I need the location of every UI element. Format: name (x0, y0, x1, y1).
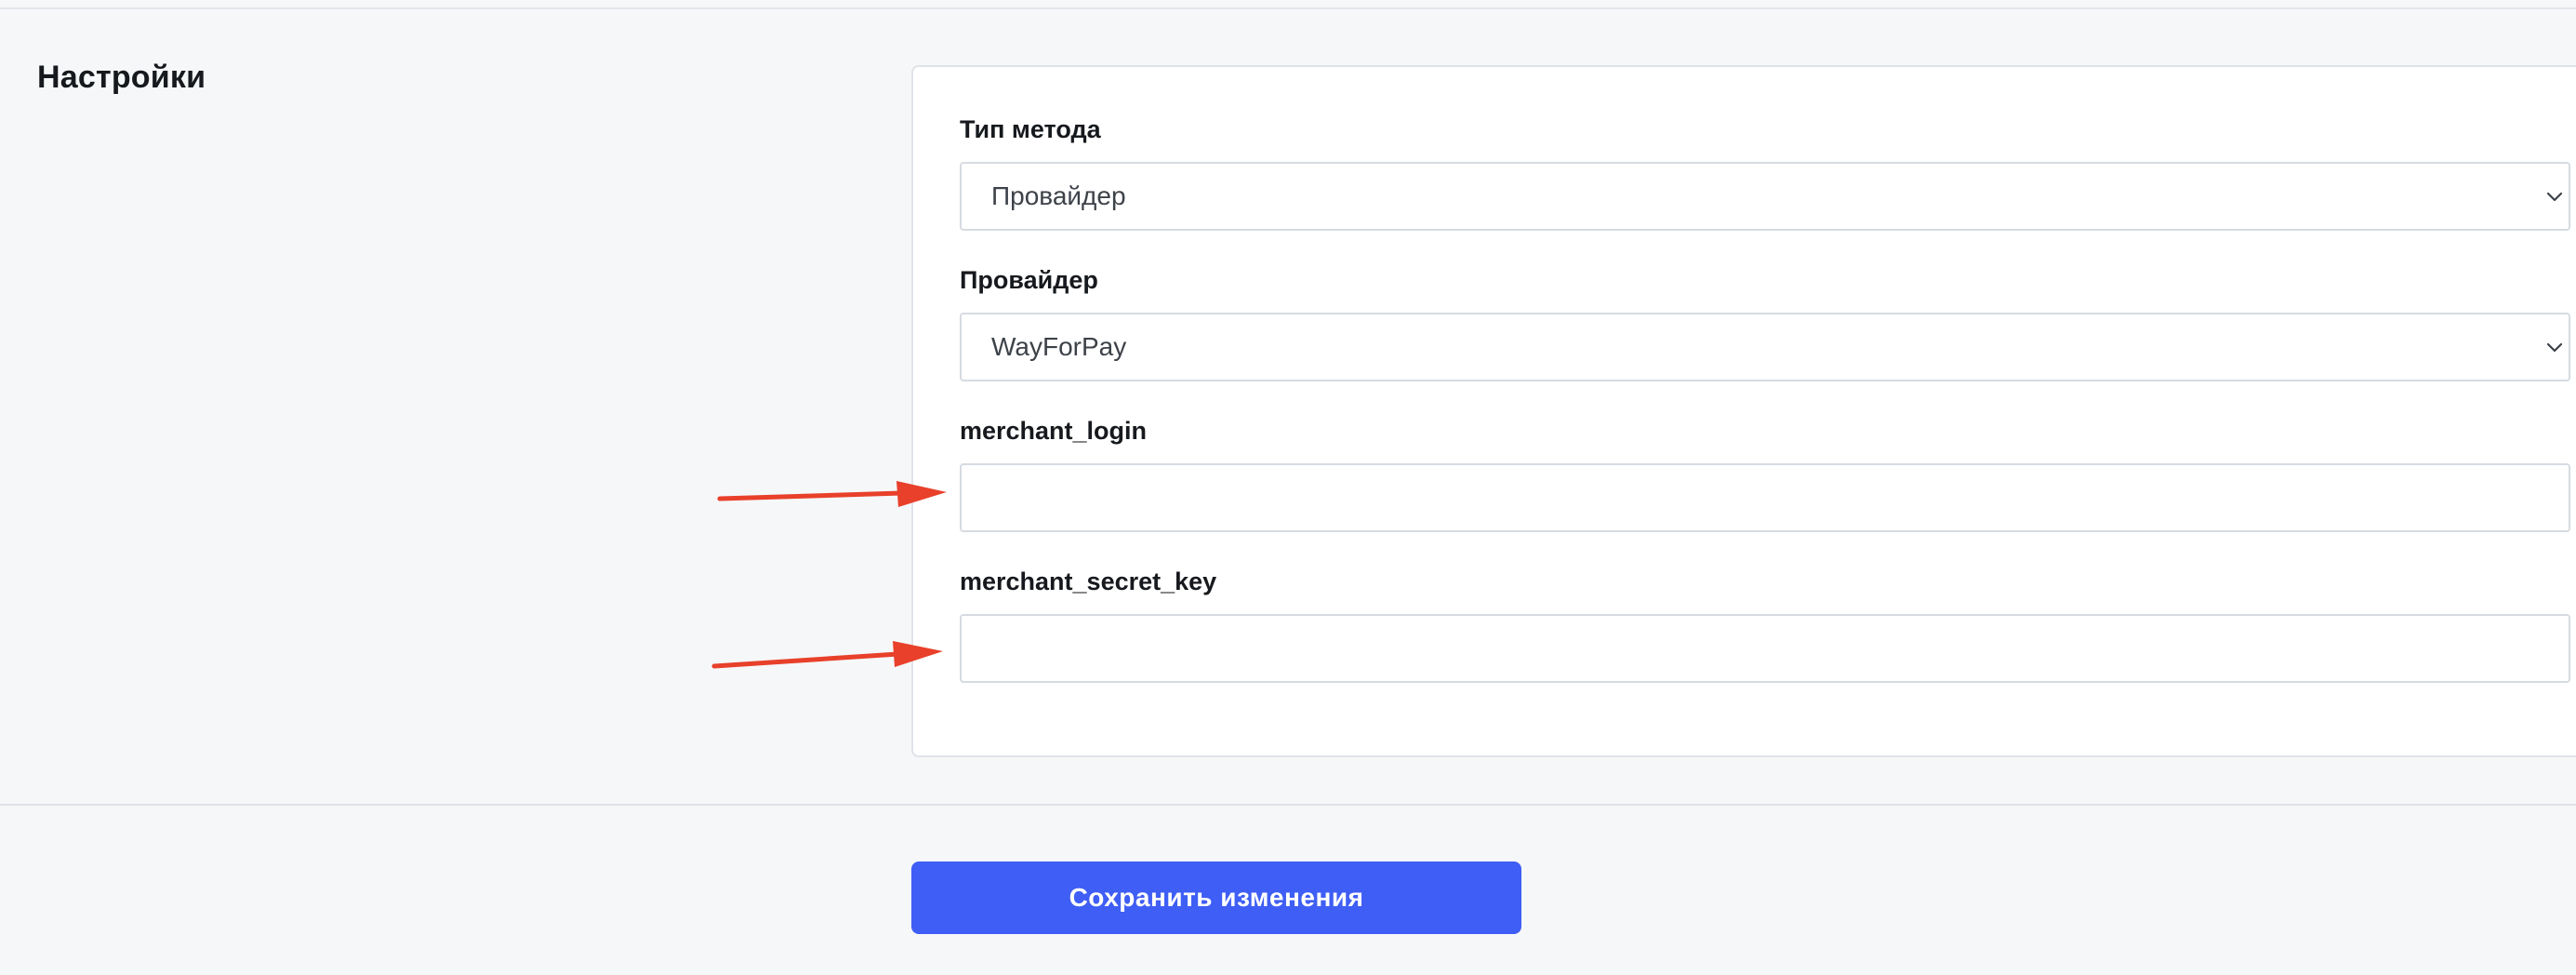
merchant-secret-key-label: merchant_secret_key (960, 568, 1217, 595)
method-type-value: Провайдер (991, 181, 1126, 210)
provider-label: Провайдер (960, 266, 1098, 294)
section-title: Настройки (37, 60, 206, 95)
settings-page: Настройки Тип метода Провайдер Провайдер… (0, 0, 2576, 975)
merchant-secret-key-input[interactable] (962, 616, 2569, 681)
merchant-secret-key-field-box (960, 614, 2570, 683)
top-divider (0, 0, 2576, 9)
merchant-login-label: merchant_login (960, 417, 1148, 445)
chevron-down-icon (2546, 192, 2563, 202)
save-button[interactable]: Сохранить изменения (911, 861, 1521, 934)
provider-value: WayForPay (991, 332, 1127, 361)
method-type-select[interactable]: Провайдер (960, 162, 2570, 231)
arrow-icon (711, 641, 943, 669)
settings-card: Тип метода Провайдер Провайдер WayForPay… (911, 65, 2576, 757)
provider-select[interactable]: WayForPay (960, 313, 2570, 381)
chevron-down-icon (2546, 342, 2563, 353)
merchant-login-field-box (960, 463, 2570, 532)
merchant-login-input[interactable] (962, 465, 2569, 530)
method-type-label: Тип метода (960, 115, 1101, 143)
bottom-divider (0, 804, 2576, 806)
